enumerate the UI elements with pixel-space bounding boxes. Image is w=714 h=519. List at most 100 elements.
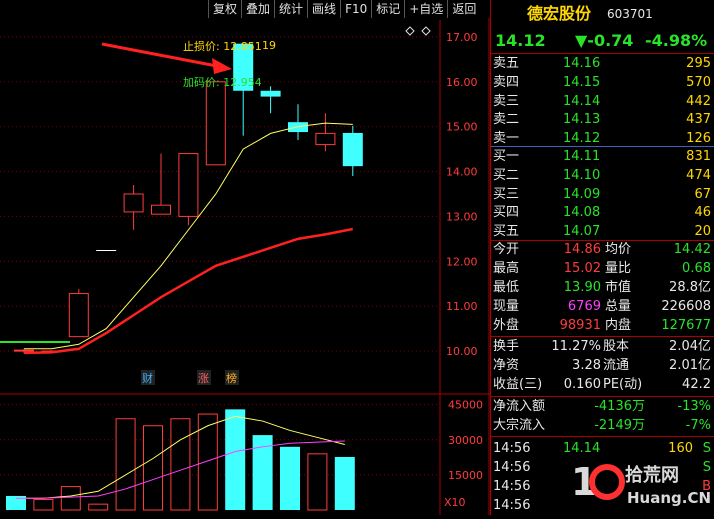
buy-label: 买三 — [493, 186, 520, 202]
tick-time: 14:56 — [493, 498, 531, 513]
diamond-icon[interactable] — [405, 26, 415, 36]
fund-row: 净资 3.28 流通 2.01亿 — [491, 356, 714, 375]
stat-value: 0.68 — [682, 261, 711, 276]
stat-label: 今开 — [493, 242, 520, 257]
kline-chart-area[interactable]: 10.00 11.00 12.00 13.00 14.00 15.00 16.00 17.00… — [0, 0, 490, 515]
buy-row[interactable]: 买二 14.10 474 — [491, 166, 714, 185]
candle-body — [260, 90, 281, 97]
price-tick-label: 16.00 — [446, 76, 478, 89]
stat-value: 14.42 — [673, 242, 711, 257]
flow-row: 大宗流入 -2149万 -7% — [491, 416, 714, 435]
fund-row: 收益(三) 0.160 PE(动) 42.2 — [491, 375, 714, 394]
stat-label: 现量 — [493, 299, 520, 314]
sell-price: 14.14 — [563, 93, 601, 109]
stat-row: 现量 6769 总量 226608 — [491, 297, 714, 316]
flow-bottom-line — [491, 436, 714, 437]
flow-pct: -7% — [685, 418, 711, 433]
volume-bar — [307, 453, 328, 511]
marker-bang[interactable]: 榜 — [226, 371, 237, 385]
toolbar-button-0[interactable]: 复权 — [208, 0, 241, 18]
fund-label: 收益(三) — [493, 377, 543, 392]
sell-label: 卖五 — [493, 56, 520, 71]
stat-row: 外盘 98931 内盘 127677 — [491, 316, 714, 335]
marker-zhang[interactable]: 涨 — [198, 372, 209, 385]
fund-value: 2.04亿 — [669, 339, 711, 354]
sell-row[interactable]: 卖二 14.13 437 — [491, 110, 714, 129]
flow-label: 净流入额 — [493, 399, 546, 414]
buy-price: 14.07 — [563, 224, 601, 240]
price-tick-label: 11.00 — [446, 300, 478, 313]
buy-vol: 20 — [694, 224, 711, 240]
sell-vol: 295 — [686, 56, 711, 71]
stat-row: 今开 14.86 均价 14.42 — [491, 240, 714, 259]
stat-value: 127677 — [661, 318, 711, 333]
stock-name[interactable]: 德宏股份 — [527, 2, 591, 26]
sell-label: 卖三 — [493, 93, 520, 109]
stat-value: 98931 — [559, 318, 601, 333]
volume-bar — [115, 418, 136, 511]
price-tick-label: 12.00 — [446, 255, 478, 268]
toolbar-button-4[interactable]: F10 — [340, 0, 371, 18]
sell-vol: 437 — [686, 112, 711, 128]
svg-text:拾荒网: 拾荒网 — [625, 464, 679, 486]
flow-pct: -13% — [677, 399, 711, 414]
volume-tick-label: 45000 — [448, 399, 483, 412]
sell-row[interactable]: 卖三 14.14 442 — [491, 92, 714, 111]
stat-label: 内盘 — [605, 318, 632, 333]
price-row: 14.12 ▼-0.74 -4.98% — [491, 30, 714, 52]
stat-label: 市值 — [605, 280, 632, 295]
flow-value: -4136万 — [594, 399, 645, 414]
fund-label: 净资 — [493, 358, 520, 373]
stat-value: 15.02 — [563, 261, 601, 276]
toolbar-button-6[interactable]: +自选 — [404, 0, 447, 18]
candle-body — [14, 349, 34, 352]
buy-vol: 831 — [686, 149, 711, 164]
stat-value: 28.8亿 — [669, 280, 711, 295]
stat-label: 均价 — [605, 242, 632, 257]
volume-tick-label: 30000 — [448, 434, 483, 447]
kline-chart-svg[interactable]: 10.00 11.00 12.00 13.00 14.00 15.00 16.00 17.00… — [0, 0, 490, 515]
marker-cai[interactable]: 财 — [142, 371, 153, 385]
buy-vol: 67 — [694, 186, 711, 202]
toolbar-button-3[interactable]: 画线 — [307, 0, 340, 18]
sell-vol: 570 — [686, 74, 711, 90]
toolbar-button-5[interactable]: 标记 — [371, 0, 404, 18]
fund-value: 3.28 — [572, 358, 601, 373]
sell-price: 14.16 — [563, 56, 601, 71]
buy-row[interactable]: 买三 14.09 67 — [491, 185, 714, 204]
buy-row[interactable]: 买四 14.08 46 — [491, 203, 714, 222]
sell-price: 14.15 — [563, 74, 601, 90]
price-change: ▼-0.74 — [575, 31, 634, 50]
tick-time: 14:56 — [493, 441, 531, 456]
toolbar-button-2[interactable]: 统计 — [274, 0, 307, 18]
candle-body — [178, 153, 199, 217]
fund-value: 2.01亿 — [669, 358, 711, 373]
watermark-svg: 1 拾荒网 Huang.CN — [571, 460, 711, 507]
volume-bar — [280, 446, 300, 510]
sell-price: 14.13 — [563, 112, 601, 128]
buy-row[interactable]: 买五 14.07 20 — [491, 222, 714, 241]
buy-row[interactable]: 买一 14.11 831 — [491, 147, 714, 166]
buy-price: 14.08 — [563, 205, 601, 221]
stock-header: 德宏股份 603701 — [491, 2, 714, 26]
price-tick-label: 14.00 — [446, 166, 478, 179]
toolbar-button-7[interactable]: 返回 — [447, 0, 480, 18]
stat-value: 226608 — [661, 299, 711, 314]
sell-vol: 442 — [686, 93, 711, 109]
buy-price: 14.09 — [563, 186, 601, 202]
tick-time: 14:56 — [493, 479, 531, 494]
volume-bar — [33, 498, 54, 511]
candle-body — [205, 81, 226, 166]
toolbar-button-1[interactable]: 叠加 — [241, 0, 274, 18]
candle-body — [68, 293, 89, 338]
sell-row[interactable]: 卖五 14.16 295 — [491, 54, 714, 73]
volume-bar — [170, 418, 191, 511]
fund-value: 11.27% — [551, 339, 601, 354]
diamond-icon[interactable] — [421, 26, 431, 36]
buy-label: 买四 — [493, 205, 520, 221]
stat-label: 总量 — [605, 299, 632, 314]
sell-row[interactable]: 卖四 14.15 570 — [491, 73, 714, 92]
fund-label: PE(动) — [603, 377, 643, 392]
quote-panel: 德宏股份 603701 14.12 ▼-0.74 -4.98% 卖五 14.16 2… — [490, 0, 714, 515]
volume-tick-label: 15000 — [448, 469, 483, 482]
